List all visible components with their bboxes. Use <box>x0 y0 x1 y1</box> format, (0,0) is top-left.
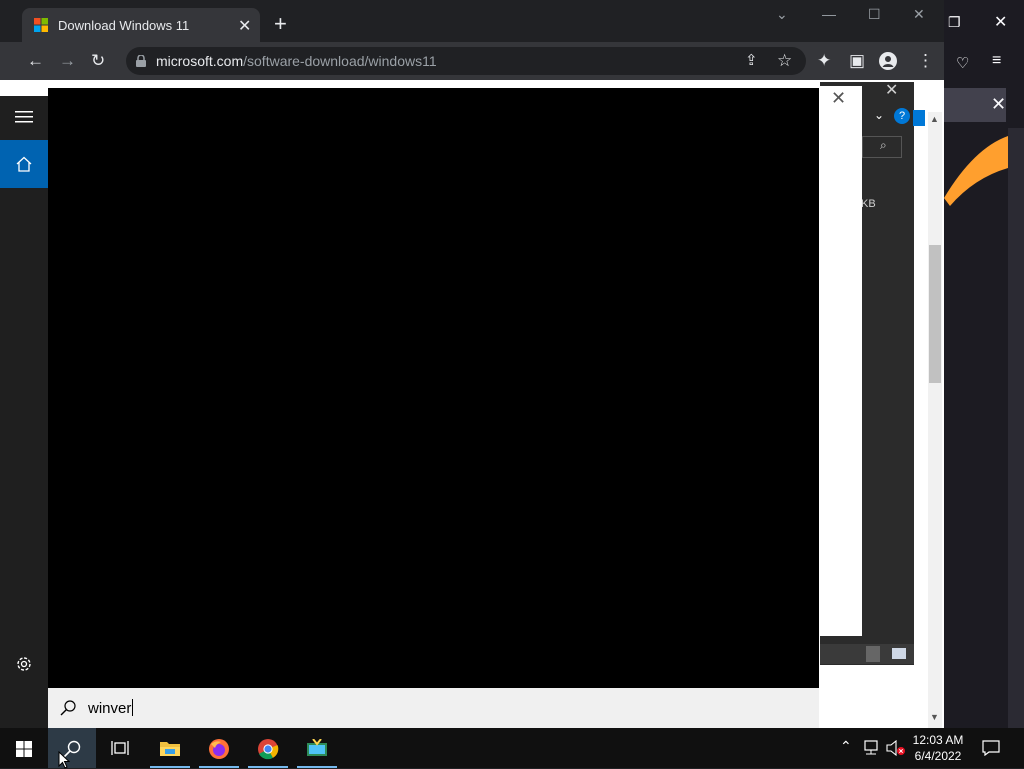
task-view-button[interactable] <box>96 728 144 768</box>
firefox-button[interactable] <box>195 728 243 768</box>
url-text: microsoft.com/software-download/windows1… <box>156 53 437 69</box>
preview-view-icon[interactable] <box>892 648 906 659</box>
file-explorer-button[interactable] <box>146 728 194 768</box>
details-view-icon[interactable] <box>866 646 880 662</box>
size-label: KB <box>861 198 876 210</box>
network-icon[interactable] <box>862 740 880 756</box>
scroll-up-icon[interactable]: ▲ <box>930 114 939 124</box>
reload-icon[interactable]: ↻ <box>91 51 105 71</box>
firefox-menu-icon[interactable]: ≡ <box>992 52 1001 70</box>
dialog-accent <box>913 110 925 126</box>
taskbar-clock[interactable]: 12:03 AM 6/4/2022 <box>898 732 978 764</box>
new-tab-button[interactable]: + <box>274 13 287 35</box>
side-panel-icon[interactable]: ▣ <box>849 51 865 71</box>
firefox-icon <box>209 739 229 759</box>
start-menu-rail <box>0 96 48 728</box>
maximize-button[interactable]: ☐ <box>868 6 881 23</box>
chrome-button[interactable] <box>244 728 292 768</box>
microsoft-logo-icon <box>34 18 48 32</box>
extensions-icon[interactable]: ✦ <box>817 51 831 71</box>
lock-icon <box>136 55 146 67</box>
tab-close-icon[interactable]: ✕ <box>238 16 251 36</box>
search-results-pane <box>48 88 819 688</box>
back-icon[interactable]: ← <box>27 51 44 71</box>
gear-icon[interactable] <box>15 655 33 673</box>
notification-close-icon[interactable]: ✕ <box>991 94 1006 115</box>
chrome-menu-icon[interactable]: ⋮ <box>917 51 934 71</box>
search-box[interactable] <box>48 688 819 728</box>
chrome-icon <box>258 739 279 760</box>
chevron-down-icon[interactable]: ⌄ <box>874 108 884 122</box>
home-button[interactable] <box>0 140 48 188</box>
orange-graphic <box>944 136 1008 206</box>
profile-icon[interactable] <box>879 52 897 70</box>
clock-time: 12:03 AM <box>912 733 964 747</box>
file-explorer-icon <box>160 742 180 756</box>
tab-search-icon[interactable]: ⌄ <box>776 6 788 23</box>
search-input[interactable]: winver <box>88 699 134 717</box>
dialog-search-icon: ⌕ <box>880 138 887 152</box>
app-button[interactable] <box>293 728 341 768</box>
pocket-icon[interactable]: ♡ <box>956 54 969 72</box>
share-icon[interactable]: ⇪ <box>745 51 758 69</box>
help-icon[interactable]: ? <box>894 108 910 124</box>
results-close-icon[interactable]: ✕ <box>831 88 846 109</box>
task-view-icon <box>111 741 129 755</box>
restore-window-icon[interactable]: ❐ <box>948 14 961 31</box>
taskbar-search-button[interactable] <box>48 728 96 769</box>
hamburger-icon[interactable] <box>15 110 33 124</box>
tab-title: Download Windows 11 <box>58 18 190 33</box>
page-scrollbar[interactable] <box>928 112 942 728</box>
start-button[interactable] <box>0 728 48 768</box>
search-icon <box>60 700 76 716</box>
dialog-close-icon[interactable]: ✕ <box>885 80 898 100</box>
scroll-down-icon[interactable]: ▼ <box>930 712 939 722</box>
forward-icon[interactable]: → <box>59 51 76 71</box>
background-dialog-pane <box>820 86 862 636</box>
close-window-button[interactable]: ✕ <box>913 6 925 23</box>
windows-start-icon <box>16 741 32 757</box>
show-hidden-icons[interactable]: ⌃ <box>840 738 852 755</box>
minimize-button[interactable]: — <box>822 6 836 22</box>
clock-date: 6/4/2022 <box>914 749 962 763</box>
notifications-icon[interactable] <box>982 740 1000 756</box>
browser-tab[interactable]: Download Windows 11 ✕ <box>22 8 260 42</box>
page-scrollbar-thumb[interactable] <box>929 245 941 383</box>
bookmark-star-icon[interactable]: ☆ <box>777 51 792 71</box>
mouse-cursor-icon <box>58 751 70 769</box>
home-icon <box>16 156 32 172</box>
firefox-scrollbar[interactable] <box>1008 128 1024 728</box>
app-icon <box>307 739 327 756</box>
firefox-close-icon[interactable]: ✕ <box>994 12 1007 32</box>
